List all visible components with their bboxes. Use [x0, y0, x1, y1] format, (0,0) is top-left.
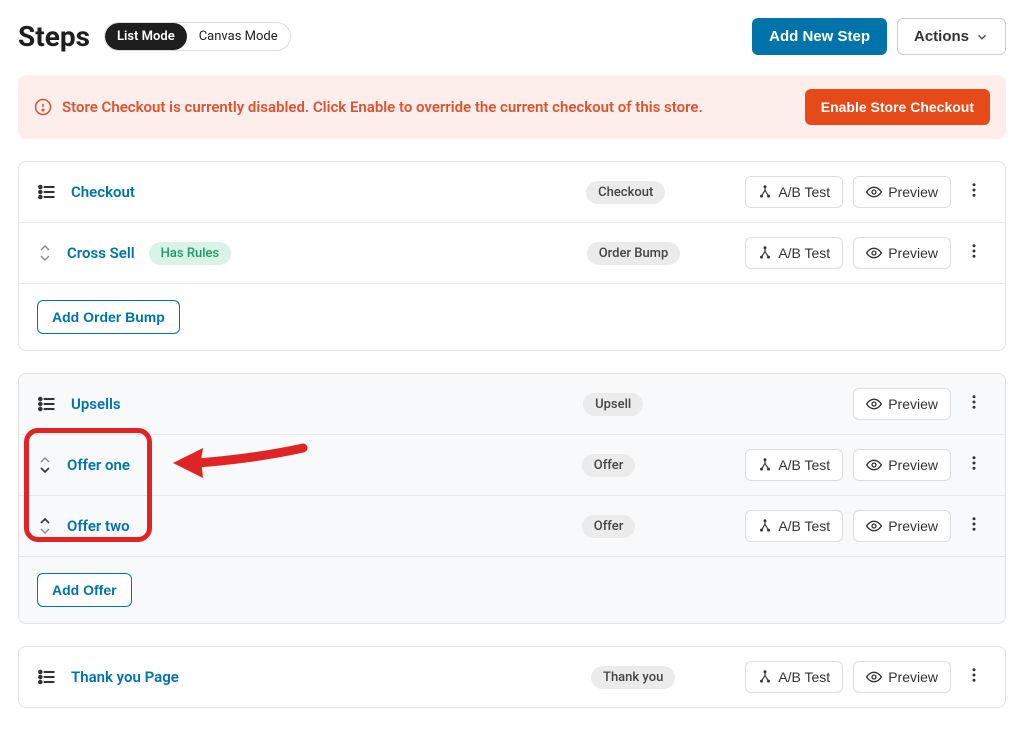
step-link[interactable]: Offer one [67, 456, 130, 474]
ab-test-icon [758, 519, 772, 533]
eye-icon [866, 245, 882, 261]
more-menu[interactable] [961, 177, 987, 207]
panel-checkout: Checkout Checkout A/B Test Preview [18, 161, 1006, 351]
preview-button[interactable]: Preview [853, 661, 951, 693]
step-badge: Order Bump [587, 242, 681, 265]
list-icon [37, 394, 57, 414]
top-bar: Steps List Mode Canvas Mode Add New Step… [18, 18, 1006, 55]
add-offer-button[interactable]: Add Offer [37, 573, 132, 607]
step-link[interactable]: Upsells [71, 395, 121, 413]
more-menu[interactable] [961, 450, 987, 480]
step-link[interactable]: Checkout [71, 183, 135, 201]
add-offer-row: Add Offer [19, 557, 1005, 623]
ab-test-button[interactable]: A/B Test [745, 176, 843, 208]
page-title: Steps [18, 20, 90, 53]
step-row-offer-one: Offer one Offer A/B Test Preview [19, 435, 1005, 496]
eye-icon [866, 518, 882, 534]
preview-button[interactable]: Preview [853, 510, 951, 542]
step-badge: Checkout [586, 181, 665, 204]
step-badge: Offer [582, 454, 636, 477]
ab-test-icon [758, 246, 772, 260]
eye-icon [866, 669, 882, 685]
reorder-handle[interactable] [37, 455, 53, 475]
preview-button[interactable]: Preview [853, 449, 951, 481]
has-rules-badge: Has Rules [149, 242, 232, 265]
step-row-thank-you: Thank you Page Thank you A/B Test Previe… [19, 647, 1005, 707]
more-menu[interactable] [961, 511, 987, 541]
list-icon [37, 667, 57, 687]
ab-test-icon [758, 185, 772, 199]
step-row-checkout: Checkout Checkout A/B Test Preview [19, 162, 1005, 223]
step-link[interactable]: Cross Sell [67, 244, 135, 262]
step-badge: Offer [582, 515, 636, 538]
step-row-upsells: Upsells Upsell Preview [19, 374, 1005, 435]
step-link[interactable]: Thank you Page [71, 668, 179, 686]
step-link[interactable]: Offer two [67, 517, 130, 535]
ab-test-button[interactable]: A/B Test [745, 510, 843, 542]
more-menu[interactable] [961, 662, 987, 692]
step-row-offer-two: Offer two Offer A/B Test Preview [19, 496, 1005, 557]
ab-test-button[interactable]: A/B Test [745, 661, 843, 693]
list-icon [37, 182, 57, 202]
preview-button[interactable]: Preview [853, 388, 951, 420]
step-badge: Thank you [591, 666, 675, 689]
reorder-handle[interactable] [37, 243, 53, 263]
enable-store-checkout-button[interactable]: Enable Store Checkout [805, 89, 990, 125]
add-new-step-button[interactable]: Add New Step [752, 18, 887, 55]
preview-button[interactable]: Preview [853, 176, 951, 208]
eye-icon [866, 184, 882, 200]
panel-upsells: Upsells Upsell Preview Offer one [18, 373, 1006, 624]
eye-icon [866, 396, 882, 412]
add-order-bump-row: Add Order Bump [19, 284, 1005, 350]
actions-button[interactable]: Actions [897, 18, 1006, 55]
canvas-mode-tab[interactable]: Canvas Mode [187, 23, 290, 50]
preview-button[interactable]: Preview [853, 237, 951, 269]
more-menu[interactable] [961, 238, 987, 268]
more-menu[interactable] [961, 389, 987, 419]
add-order-bump-button[interactable]: Add Order Bump [37, 300, 180, 334]
step-badge: Upsell [583, 393, 643, 416]
eye-icon [866, 457, 882, 473]
ab-test-button[interactable]: A/B Test [745, 449, 843, 481]
alert-banner: Store Checkout is currently disabled. Cl… [18, 75, 1006, 139]
panel-thank-you: Thank you Page Thank you A/B Test Previe… [18, 646, 1006, 708]
ab-test-icon [758, 458, 772, 472]
ab-test-icon [758, 670, 772, 684]
list-mode-tab[interactable]: List Mode [105, 23, 187, 50]
chevron-down-icon [975, 30, 989, 44]
reorder-handle[interactable] [37, 516, 53, 536]
alert-text: Store Checkout is currently disabled. Cl… [62, 98, 703, 116]
step-row-cross-sell: Cross Sell Has Rules Order Bump A/B Test… [19, 223, 1005, 284]
info-icon [34, 98, 52, 116]
ab-test-button[interactable]: A/B Test [745, 237, 843, 269]
mode-toggle: List Mode Canvas Mode [104, 22, 291, 51]
actions-label: Actions [914, 28, 969, 45]
